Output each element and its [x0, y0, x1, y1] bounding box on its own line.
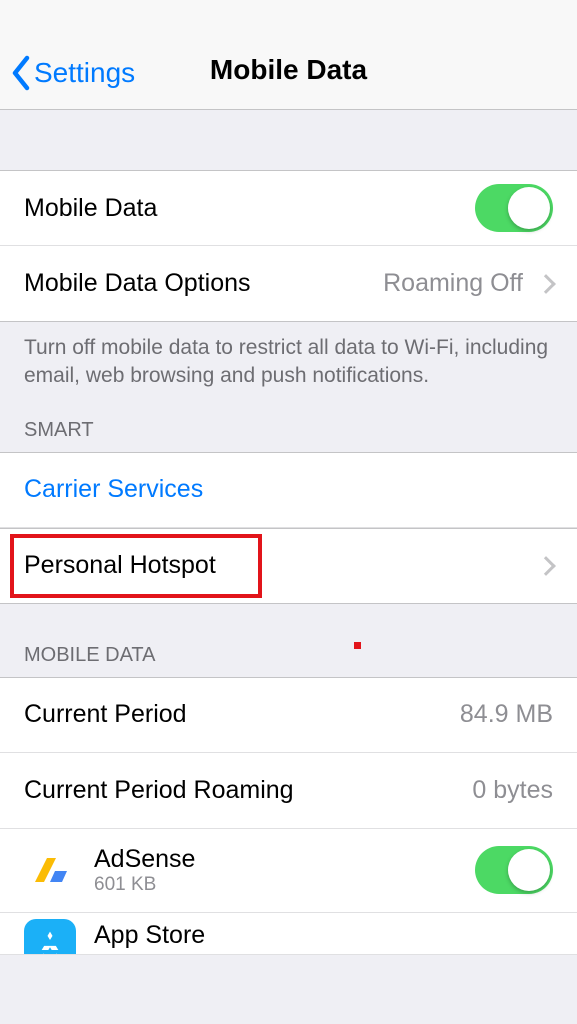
- app-name: App Store: [94, 921, 553, 950]
- chevron-right-icon: [536, 556, 556, 576]
- app-toggle[interactable]: [475, 846, 553, 894]
- back-label: Settings: [34, 57, 135, 89]
- mobile-data-options-row[interactable]: Mobile Data Options Roaming Off: [0, 246, 577, 322]
- page-title: Mobile Data: [210, 54, 367, 86]
- mobile-data-label: Mobile Data: [24, 194, 475, 223]
- nav-bar: Settings Mobile Data: [0, 0, 577, 110]
- section-footer: Turn off mobile data to restrict all dat…: [0, 322, 577, 391]
- current-period-roaming-value: 0 bytes: [472, 776, 553, 805]
- section-header-mobile-data: MOBILE DATA: [0, 604, 577, 677]
- mobile-data-options-label: Mobile Data Options: [24, 269, 383, 298]
- back-button[interactable]: Settings: [10, 55, 135, 91]
- section-header-smart: SMART: [0, 391, 577, 452]
- personal-hotspot-label: Personal Hotspot: [24, 551, 533, 580]
- current-period-label: Current Period: [24, 700, 460, 729]
- mobile-data-toggle[interactable]: [475, 184, 553, 232]
- current-period-roaming-row: Current Period Roaming 0 bytes: [0, 753, 577, 829]
- chevron-left-icon: [10, 55, 32, 91]
- app-usage-row-appstore[interactable]: App Store: [0, 913, 577, 955]
- current-period-value: 84.9 MB: [460, 700, 553, 729]
- app-name: AdSense: [94, 845, 475, 874]
- current-period-roaming-label: Current Period Roaming: [24, 776, 472, 805]
- appstore-app-icon: [24, 919, 76, 955]
- app-usage-row-adsense[interactable]: AdSense 601 KB: [0, 829, 577, 913]
- mobile-data-options-detail: Roaming Off: [383, 269, 523, 298]
- current-period-row: Current Period 84.9 MB: [0, 677, 577, 753]
- personal-hotspot-row[interactable]: Personal Hotspot: [0, 528, 577, 604]
- adsense-app-icon: [24, 844, 76, 896]
- carrier-services-label: Carrier Services: [24, 475, 553, 504]
- app-usage: 601 KB: [94, 874, 475, 896]
- carrier-services-row[interactable]: Carrier Services: [0, 452, 577, 528]
- mobile-data-row[interactable]: Mobile Data: [0, 170, 577, 246]
- annotation-red-dot: [354, 642, 361, 649]
- chevron-right-icon: [536, 274, 556, 294]
